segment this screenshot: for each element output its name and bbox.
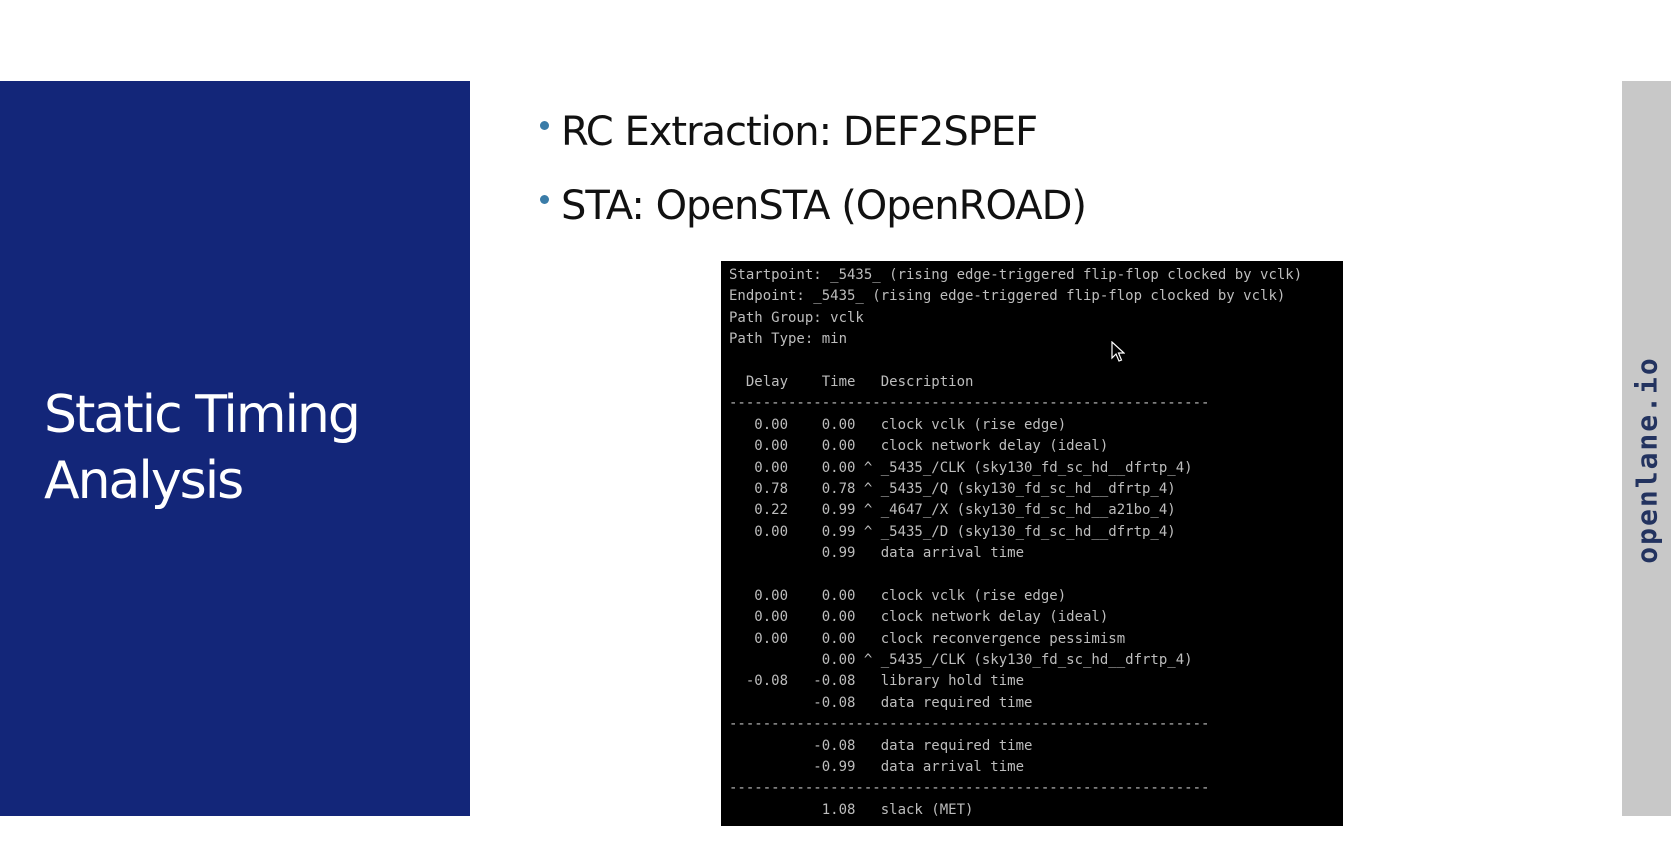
- terminal-line: 0.22 0.99 ^ _4647_/X (sky130_fd_sc_hd__a…: [729, 502, 1176, 519]
- bullet-dot-icon: [540, 120, 549, 130]
- terminal-line: -0.99 data arrival time: [729, 758, 1025, 775]
- bullet-dot-icon: [540, 194, 549, 204]
- terminal-line: Path Group: vclk: [729, 309, 864, 326]
- terminal-line: 0.00 ^ _5435_/CLK (sky130_fd_sc_hd__dfrt…: [729, 652, 1193, 669]
- terminal-line: -0.08 -0.08 library hold time: [729, 673, 1025, 690]
- terminal-line: 0.00 0.00 ^ _5435_/CLK (sky130_fd_sc_hd_…: [729, 459, 1193, 476]
- terminal-line: 0.00 0.00 clock network delay (ideal): [729, 609, 1109, 626]
- terminal-line: Startpoint: _5435_ (rising edge-triggere…: [729, 267, 1303, 283]
- terminal-line: Path Type: min: [729, 331, 848, 348]
- terminal-line: Delay Time Description: [729, 373, 974, 390]
- brand-label: openlane.io: [1630, 356, 1664, 564]
- sta-report-terminal: Startpoint: _5435_ (rising edge-triggere…: [721, 261, 1343, 826]
- terminal-line: 0.00 0.99 ^ _5435_/D (sky130_fd_sc_hd__d…: [729, 523, 1176, 540]
- slide-title-line-1: Static Timing: [44, 385, 361, 445]
- terminal-line: 1.08 slack (MET): [729, 801, 974, 818]
- terminal-line: 0.00 0.00 clock reconvergence pessimism: [729, 630, 1126, 647]
- bullet-list: RC Extraction: DEF2SPEF STA: OpenSTA (Op…: [540, 95, 1087, 243]
- terminal-line: 0.00 0.00 clock vclk (rise edge): [729, 587, 1067, 604]
- terminal-line: ----------------------------------------…: [729, 395, 1210, 412]
- terminal-line: 0.00 0.00 clock vclk (rise edge): [729, 416, 1067, 433]
- bullet-text: STA: OpenSTA (OpenROAD): [561, 183, 1087, 229]
- bullet-item-sta: STA: OpenSTA (OpenROAD): [540, 169, 1087, 243]
- terminal-line: ----------------------------------------…: [729, 716, 1210, 733]
- slide-title: Static Timing Analysis: [44, 382, 464, 514]
- bullet-text: RC Extraction: DEF2SPEF: [561, 109, 1038, 155]
- terminal-line: 0.00 0.00 clock network delay (ideal): [729, 438, 1109, 455]
- terminal-line: ----------------------------------------…: [729, 780, 1210, 797]
- slide-title-line-2: Analysis: [44, 451, 244, 511]
- terminal-line: -0.08 data required time: [729, 737, 1033, 754]
- mouse-cursor-icon: [1111, 341, 1125, 362]
- bullet-item-rc-extraction: RC Extraction: DEF2SPEF: [540, 95, 1086, 169]
- terminal-line: Endpoint: _5435_ (rising edge-triggered …: [729, 288, 1286, 305]
- terminal-line: 0.99 data arrival time: [729, 545, 1025, 562]
- terminal-line: -0.08 data required time: [729, 694, 1033, 711]
- terminal-line: 0.78 0.78 ^ _5435_/Q (sky130_fd_sc_hd__d…: [729, 480, 1176, 497]
